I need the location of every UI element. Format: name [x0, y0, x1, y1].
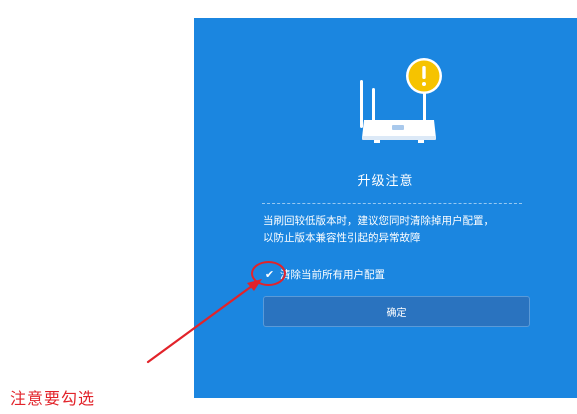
upgrade-warning-message: 当刷回较低版本时，建议您同时清除掉用户配置， 以防止版本兼容性引起的异常故障: [263, 213, 533, 247]
message-line-2: 以防止版本兼容性引起的异常故障: [263, 232, 421, 244]
confirm-button-label: 确定: [386, 308, 407, 319]
annotation-highlight-circle: [251, 261, 286, 286]
page: 升级注意 当刷回较低版本时，建议您同时清除掉用户配置， 以防止版本兼容性引起的异…: [0, 0, 577, 414]
annotation-note: 注意要勾选: [10, 389, 96, 408]
confirm-button[interactable]: 确定: [263, 296, 530, 327]
dialog-title: 升级注意: [357, 174, 414, 189]
dashed-divider: [262, 203, 522, 204]
router-warning-illustration: [360, 58, 442, 143]
clear-user-config-label[interactable]: 清除当前所有用户配置: [280, 267, 385, 282]
warning-icon: [406, 58, 442, 94]
message-line-1: 当刷回较低版本时，建议您同时清除掉用户配置，: [263, 215, 494, 227]
